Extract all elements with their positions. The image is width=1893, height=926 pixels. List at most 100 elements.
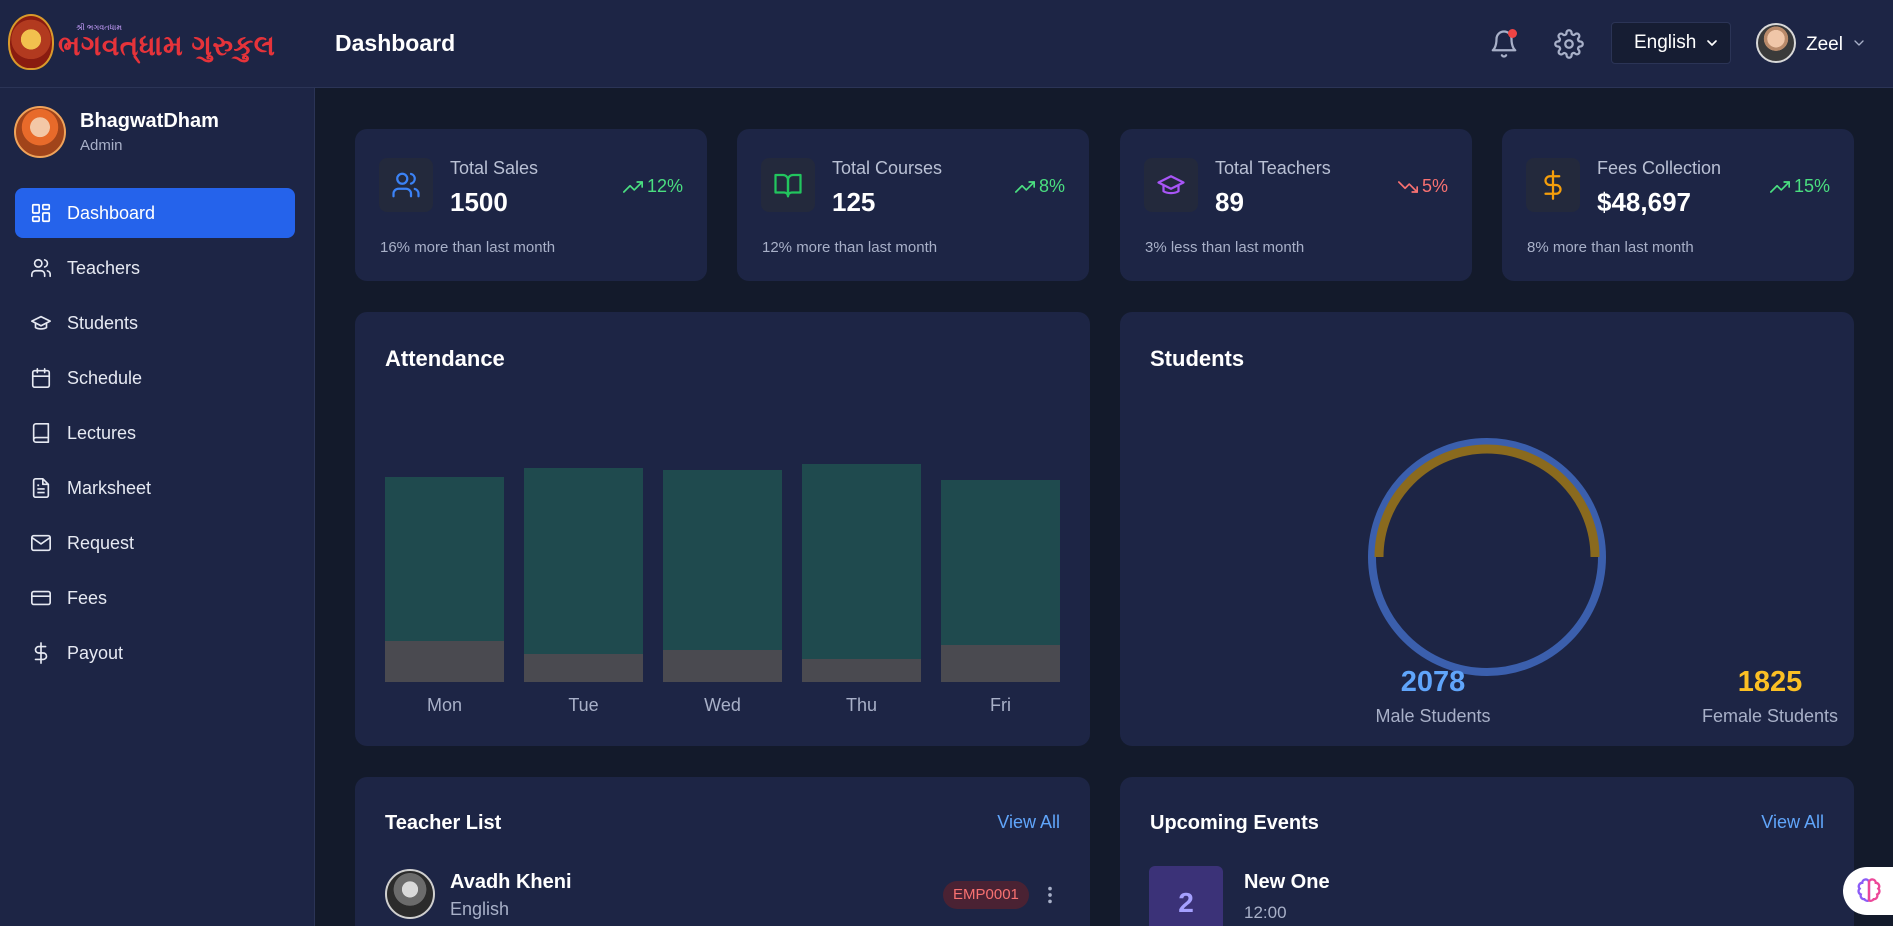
sidebar: BhagwatDham Admin Dashboard Teachers Stu… — [0, 88, 315, 926]
bar-segment-lower — [941, 645, 1060, 682]
credit-card-icon — [31, 590, 51, 606]
stat-card-fees-collection[interactable]: Fees Collection $48,697 15% 8% more than… — [1502, 129, 1854, 281]
stat-value: $48,697 — [1597, 187, 1691, 217]
stat-trend-value: 5% — [1421, 176, 1448, 196]
sidebar-profile[interactable]: BhagwatDham Admin — [14, 106, 219, 158]
settings-button[interactable] — [1554, 29, 1584, 59]
teacher-name: Avadh Kheni — [450, 871, 572, 893]
sidebar-item-label: Payout — [67, 642, 124, 663]
trending-up-icon — [1769, 180, 1790, 193]
profile-avatar — [14, 106, 66, 158]
attendance-bar-mon — [385, 477, 504, 682]
stat-value: 89 — [1215, 187, 1244, 217]
sidebar-item-schedule[interactable]: Schedule — [15, 353, 295, 403]
language-select[interactable]: English — [1611, 22, 1731, 64]
stat-label: Total Courses — [832, 158, 943, 178]
stat-trend: 12% — [622, 176, 683, 197]
female-students-count: 1825 — [1737, 666, 1803, 698]
sidebar-item-label: Fees — [67, 587, 108, 608]
attendance-bar-wed — [663, 470, 782, 682]
sidebar-item-label: Students — [67, 312, 139, 333]
sidebar-item-teachers[interactable]: Teachers — [15, 243, 295, 293]
stat-card-total-sales[interactable]: Total Sales 1500 12% 16% more than last … — [355, 129, 707, 281]
teacher-list-title: Teacher List — [385, 812, 502, 834]
graduation-cap-icon — [31, 315, 51, 330]
attendance-panel: Attendance Mon Tue Wed Thu Fri — [355, 312, 1090, 746]
teacher-list-panel: Teacher List View All Avadh Kheni Englis… — [355, 777, 1090, 926]
chevron-down-icon[interactable] — [1851, 35, 1867, 51]
book-icon — [32, 423, 50, 443]
dollar-icon — [1544, 170, 1562, 200]
bar-segment-lower — [385, 640, 504, 682]
sidebar-item-students[interactable]: Students — [15, 298, 295, 348]
sidebar-item-marksheet[interactable]: Marksheet — [15, 463, 295, 513]
page-title: Dashboard — [335, 30, 456, 56]
sidebar-item-dashboard[interactable]: Dashboard — [15, 188, 295, 238]
sidebar-item-label: Teachers — [67, 257, 141, 278]
x-tick-label: Wed — [704, 695, 741, 715]
stat-value: 125 — [832, 187, 876, 217]
file-text-icon — [32, 478, 50, 498]
stat-trend: 8% — [1014, 176, 1065, 197]
male-students-ring — [1368, 438, 1606, 676]
trending-down-icon — [1397, 180, 1418, 193]
stat-label: Fees Collection — [1597, 158, 1722, 178]
user-avatar[interactable] — [1756, 23, 1796, 63]
graduation-cap-icon — [1157, 175, 1185, 195]
stat-trend-value: 12% — [646, 176, 683, 196]
profile-name: BhagwatDham — [80, 110, 219, 132]
bar-segment-upper — [663, 470, 782, 650]
female-students-label: Female Students — [1701, 706, 1839, 726]
bar-segment-lower — [663, 649, 782, 682]
stat-note: 16% more than last month — [380, 239, 556, 256]
top-header: શ્રી ભગવતધામ ભગવત્‌ધામ ગુરુકુલ Dashboard… — [0, 0, 1893, 88]
bar-segment-lower — [524, 654, 643, 682]
male-students-label: Male Students — [1375, 706, 1491, 726]
teacher-subject: English — [450, 899, 510, 919]
stat-card-total-courses[interactable]: Total Courses 125 8% 12% more than last … — [737, 129, 1089, 281]
stat-icon-box — [1526, 158, 1580, 212]
bar-segment-upper — [941, 479, 1060, 646]
teacher-avatar — [385, 869, 435, 919]
notifications-button[interactable] — [1489, 29, 1519, 59]
stat-trend: 5% — [1397, 176, 1448, 197]
events-view-all-link[interactable]: View All — [1761, 812, 1824, 833]
assistant-floating-button[interactable] — [1843, 867, 1893, 915]
sidebar-item-payout[interactable]: Payout — [15, 628, 295, 678]
chevron-down-icon — [1707, 40, 1717, 46]
more-vertical-icon[interactable] — [1039, 884, 1061, 906]
stat-icon-box — [379, 158, 433, 212]
user-name[interactable]: Zeel — [1806, 34, 1843, 56]
gear-icon — [1554, 29, 1584, 59]
attendance-bar-tue — [524, 468, 643, 682]
logo-emblem-icon — [8, 14, 54, 70]
stat-trend-value: 15% — [1793, 176, 1830, 196]
x-tick-label: Mon — [426, 695, 462, 715]
stat-note: 3% less than last month — [1145, 239, 1305, 256]
notification-dot — [1508, 29, 1517, 38]
attendance-bar-thu — [802, 463, 921, 682]
logo-text: ભગવત્‌ધામ ગુરુકુલ — [58, 30, 276, 61]
sidebar-item-request[interactable]: Request — [15, 518, 295, 568]
bar-segment-lower — [802, 659, 921, 682]
teacher-list-view-all-link[interactable]: View All — [997, 812, 1060, 833]
users-icon — [31, 258, 51, 278]
sidebar-item-fees[interactable]: Fees — [15, 573, 295, 623]
stat-label: Total Teachers — [1215, 158, 1331, 178]
language-value: English — [1634, 32, 1697, 53]
x-tick-label: Fri — [990, 695, 1011, 715]
attendance-bar-fri — [941, 479, 1060, 682]
gurukul-logo[interactable]: શ્રી ભગવતધામ ભગવત્‌ધામ ગુરુકુલ — [8, 12, 275, 72]
event-title: New One — [1244, 871, 1330, 893]
sidebar-item-lectures[interactable]: Lectures — [15, 408, 295, 458]
bar-segment-upper — [385, 477, 504, 641]
upcoming-events-panel: Upcoming Events View All 2 New One 12:00 — [1120, 777, 1854, 926]
stat-icon-box — [761, 158, 815, 212]
stat-value: 1500 — [450, 187, 508, 217]
stat-card-total-teachers[interactable]: Total Teachers 89 5% 3% less than last m… — [1120, 129, 1472, 281]
stat-label: Total Sales — [450, 158, 539, 178]
event-date-badge: 2 — [1149, 866, 1223, 926]
stat-note: 8% more than last month — [1527, 239, 1694, 256]
trending-up-icon — [622, 180, 643, 193]
mail-icon — [31, 534, 51, 552]
